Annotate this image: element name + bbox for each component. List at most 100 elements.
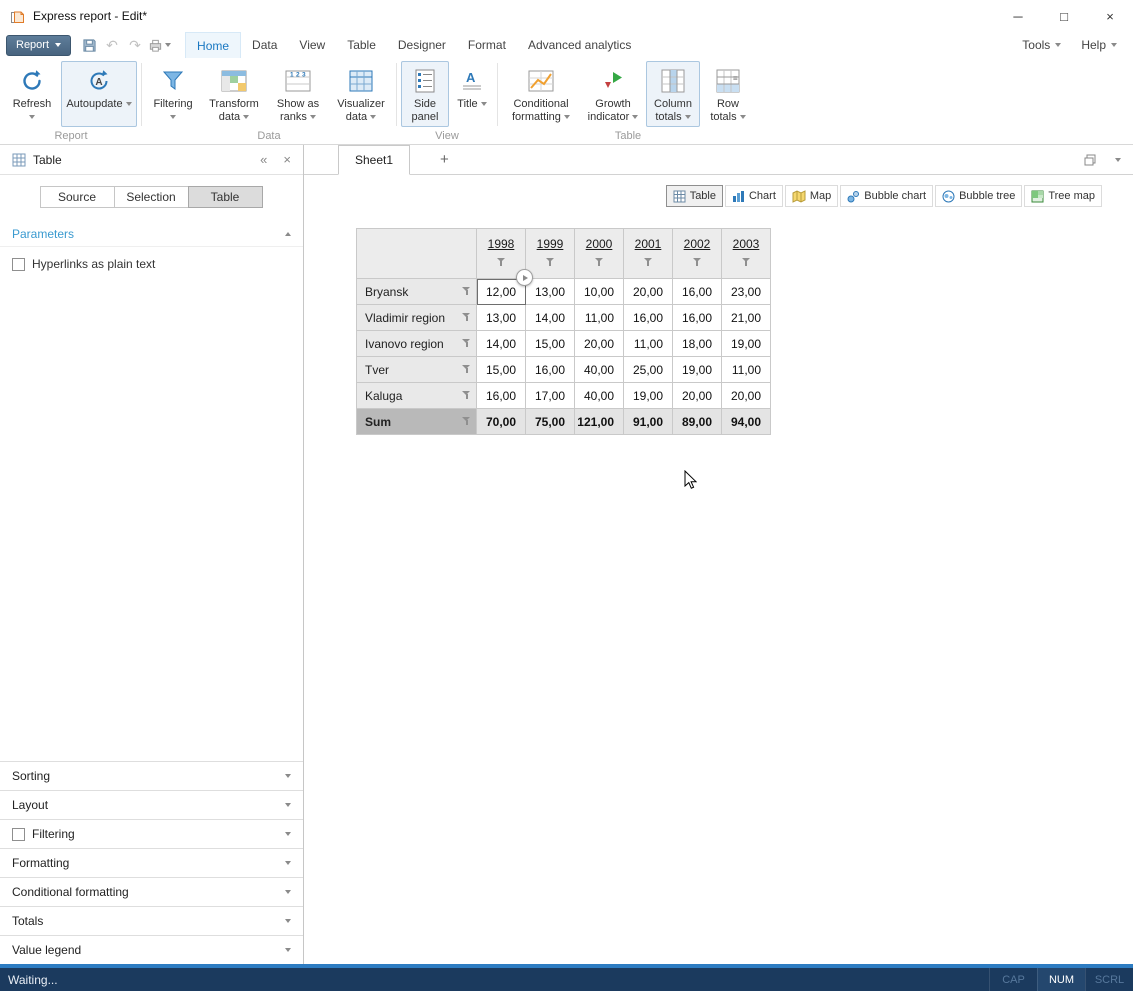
add-sheet-button[interactable]: + [440, 151, 449, 168]
column-label[interactable]: 1998 [488, 237, 515, 251]
row-header-vladimir-region[interactable]: Vladimir region [357, 305, 477, 331]
section-sorting[interactable]: Sorting [0, 761, 303, 790]
column-filter-icon[interactable] [693, 258, 702, 267]
ribbon-tab-home[interactable]: Home [185, 32, 241, 58]
ribbon-tab-view[interactable]: View [288, 32, 336, 58]
cell[interactable]: 16,00 [526, 357, 575, 383]
row-filter-icon[interactable] [462, 365, 471, 374]
section-layout[interactable]: Layout [0, 790, 303, 819]
cell[interactable]: 20,00 [575, 331, 624, 357]
close-button[interactable]: × [1087, 0, 1133, 32]
title-button[interactable]: A Title [451, 61, 493, 127]
filtering-checkbox[interactable] [12, 828, 25, 841]
filtering-button[interactable]: Filtering [146, 61, 200, 127]
sum-cell[interactable]: 70,00 [477, 409, 526, 435]
show-as-ranks-button[interactable]: 1 2 3 Show as ranks [268, 61, 328, 127]
row-header-ivanovo-region[interactable]: Ivanovo region [357, 331, 477, 357]
column-filter-icon[interactable] [497, 258, 506, 267]
column-header-2001[interactable]: 2001 [624, 229, 673, 279]
maximize-button[interactable]: □ [1041, 0, 1087, 32]
column-label[interactable]: 1999 [537, 237, 564, 251]
column-label[interactable]: 2002 [684, 237, 711, 251]
cell[interactable]: 19,00 [624, 383, 673, 409]
tools-menu[interactable]: Tools [1022, 38, 1061, 52]
row-totals-button[interactable]: = Row totals [702, 61, 754, 127]
cell[interactable]: 20,00 [722, 383, 771, 409]
row-header-bryansk[interactable]: Bryansk [357, 279, 477, 305]
cell[interactable]: 17,00 [526, 383, 575, 409]
row-filter-icon[interactable] [462, 313, 471, 322]
sum-cell[interactable]: 75,00 [526, 409, 575, 435]
report-menu-button[interactable]: Report [6, 35, 71, 56]
cell[interactable]: 21,00 [722, 305, 771, 331]
section-conditional-formatting[interactable]: Conditional formatting [0, 877, 303, 906]
column-filter-icon[interactable] [644, 258, 653, 267]
view-table-button[interactable]: Table [666, 185, 723, 207]
row-filter-icon[interactable] [462, 417, 471, 426]
section-filtering[interactable]: Filtering [0, 819, 303, 848]
help-menu[interactable]: Help [1081, 38, 1117, 52]
cell[interactable]: 11,00 [624, 331, 673, 357]
column-header-2002[interactable]: 2002 [673, 229, 722, 279]
ribbon-tab-format[interactable]: Format [457, 32, 517, 58]
row-filter-icon[interactable] [462, 287, 471, 296]
cell[interactable]: 14,00 [526, 305, 575, 331]
sum-cell[interactable]: 89,00 [673, 409, 722, 435]
cell[interactable]: 23,00 [722, 279, 771, 305]
cell[interactable]: 16,00 [624, 305, 673, 331]
cell[interactable]: 11,00 [722, 357, 771, 383]
side-panel-button[interactable]: Side panel [401, 61, 449, 127]
cell[interactable]: 13,00 [477, 305, 526, 331]
column-filter-icon[interactable] [595, 258, 604, 267]
cell[interactable]: 19,00 [673, 357, 722, 383]
section-formatting[interactable]: Formatting [0, 848, 303, 877]
save-button[interactable] [79, 35, 99, 55]
refresh-button[interactable]: Refresh [5, 61, 59, 127]
column-filter-icon[interactable] [742, 258, 751, 267]
print-button[interactable] [148, 35, 171, 55]
cell[interactable]: 18,00 [673, 331, 722, 357]
tab-table[interactable]: Table [188, 186, 263, 208]
close-panel-button[interactable]: × [283, 152, 291, 167]
visualizer-data-button[interactable]: Visualizer data [330, 61, 392, 127]
ribbon-tab-advanced-analytics[interactable]: Advanced analytics [517, 32, 642, 58]
cell[interactable]: 40,00 [575, 357, 624, 383]
column-totals-button[interactable]: Column totals [646, 61, 700, 127]
cell[interactable]: 13,00 [526, 279, 575, 305]
transform-data-button[interactable]: Transform data [202, 61, 266, 127]
redo-button[interactable]: ↷ [125, 35, 145, 55]
undo-button[interactable]: ↶ [102, 35, 122, 55]
sheet-tab-sheet1[interactable]: Sheet1 [338, 145, 410, 175]
ribbon-tab-designer[interactable]: Designer [387, 32, 457, 58]
column-label[interactable]: 2003 [733, 237, 760, 251]
cell[interactable]: 15,00 [477, 357, 526, 383]
view-tree-map-button[interactable]: Tree map [1024, 185, 1102, 207]
view-map-button[interactable]: Map [785, 185, 838, 207]
ribbon-tab-data[interactable]: Data [241, 32, 288, 58]
cell[interactable]: 20,00 [673, 383, 722, 409]
cell[interactable]: 11,00 [575, 305, 624, 331]
cell[interactable]: 14,00 [477, 331, 526, 357]
column-label[interactable]: 2001 [635, 237, 662, 251]
cell[interactable]: 16,00 [673, 279, 722, 305]
row-filter-icon[interactable] [462, 391, 471, 400]
section-value-legend[interactable]: Value legend [0, 935, 303, 964]
row-header-kaluga[interactable]: Kaluga [357, 383, 477, 409]
cell[interactable]: 16,00 [673, 305, 722, 331]
cell[interactable]: 19,00 [722, 331, 771, 357]
conditional-formatting-button[interactable]: Conditional formatting [502, 61, 580, 127]
sum-cell[interactable]: 121,00 [575, 409, 624, 435]
sum-cell[interactable]: 94,00 [722, 409, 771, 435]
growth-indicator-button[interactable]: Growth indicator [582, 61, 644, 127]
cell[interactable]: 15,00 [526, 331, 575, 357]
ribbon-tab-table[interactable]: Table [336, 32, 387, 58]
cell[interactable]: 16,00 [477, 383, 526, 409]
view-bubble-chart-button[interactable]: Bubble chart [840, 185, 933, 207]
minimize-button[interactable]: ─ [995, 0, 1041, 32]
parameters-section-header[interactable]: Parameters [0, 221, 303, 247]
sheet-options-caret[interactable] [1115, 158, 1121, 162]
expand-column-button[interactable] [516, 269, 533, 286]
hyperlinks-checkbox[interactable] [12, 258, 25, 271]
tab-source[interactable]: Source [40, 186, 115, 208]
row-header-sum[interactable]: Sum [357, 409, 477, 435]
